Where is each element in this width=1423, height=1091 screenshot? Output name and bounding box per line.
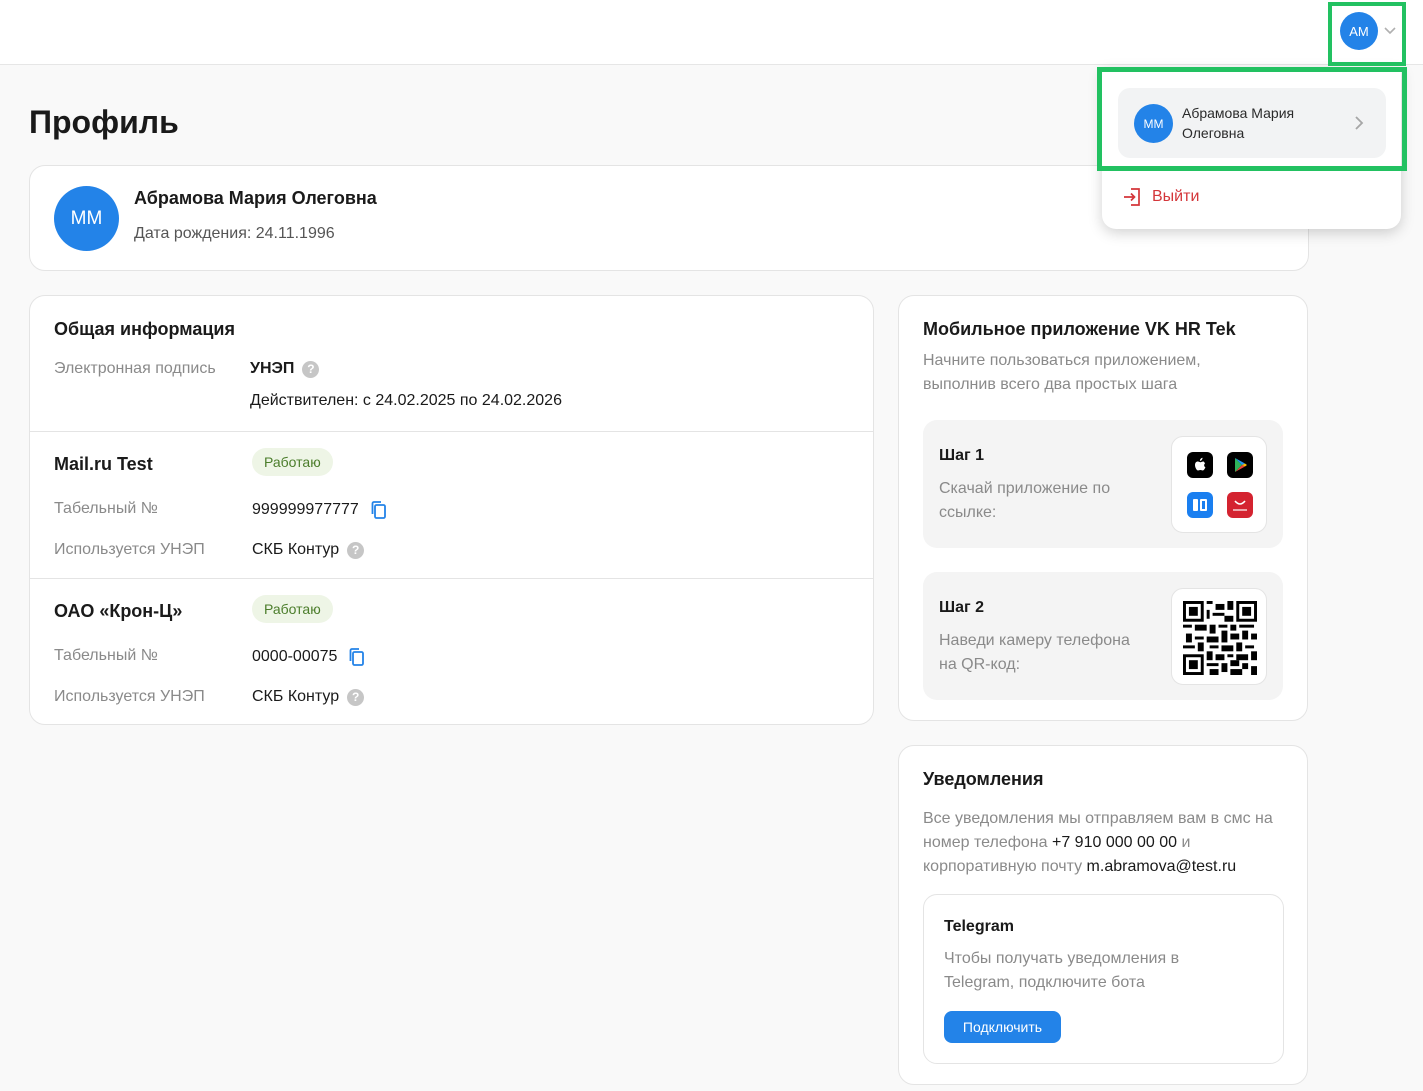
- step-2-text: Наведи камеру телефона на QR-код:: [939, 632, 1130, 673]
- mobile-app-description: Начните пользоваться приложением, выполн…: [923, 352, 1201, 393]
- profile-birth-date: Дата рождения: 24.11.1996: [134, 225, 335, 242]
- notifications-phone: +7 910 000 00 00: [1051, 834, 1177, 851]
- copy-icon[interactable]: [347, 647, 367, 667]
- logout-button[interactable]: Выйти: [1122, 187, 1199, 207]
- telegram-title: Telegram: [944, 918, 1014, 935]
- highlight-menu-user: [1097, 67, 1407, 171]
- general-info-title: Общая информация: [54, 319, 235, 339]
- telegram-card: Telegram Чтобы получать уведомления в Te…: [923, 894, 1284, 1064]
- step-1-title: Шаг 1: [939, 447, 984, 464]
- rustore-icon[interactable]: [1187, 492, 1213, 518]
- logout-icon: [1124, 188, 1140, 206]
- qr-code-box: [1171, 588, 1267, 685]
- telegram-text: Чтобы получать уведомления в Telegram, п…: [944, 950, 1180, 991]
- connect-button[interactable]: Подключить: [944, 1011, 1061, 1043]
- copy-icon[interactable]: [369, 500, 389, 520]
- highlight-avatar-area: [1328, 2, 1406, 66]
- logout-label: Выйти: [1152, 188, 1200, 205]
- profile-name: Абрамова Мария Олеговна: [134, 188, 377, 208]
- signature-label: Электронная подпись: [54, 360, 216, 377]
- help-icon[interactable]: ?: [347, 541, 365, 559]
- employer-name: ОАО «Крон-Ц»: [54, 601, 183, 621]
- step-2-title: Шаг 2: [939, 599, 984, 616]
- signature-value: УНЭП ?: [250, 360, 320, 378]
- unep-value: СКБ Контур ?: [252, 541, 365, 559]
- mobile-app-card: Мобильное приложение VK HR Tek Начните п…: [898, 295, 1308, 721]
- unep-label: Используется УНЭП: [54, 688, 205, 705]
- general-info-card: Общая информация Электронная подпись УНЭ…: [29, 295, 874, 725]
- notifications-email: m.abramova@test.ru: [1086, 858, 1237, 875]
- status-badge: Работаю: [252, 448, 333, 476]
- unep-provider: СКБ Контур: [252, 688, 340, 705]
- unep-provider: СКБ Контур: [252, 541, 340, 558]
- help-icon[interactable]: ?: [302, 360, 320, 378]
- tab-number-value: 0000-00075: [252, 647, 367, 667]
- step-1: Шаг 1 Скачай приложение по ссылке:: [923, 420, 1283, 548]
- tab-number-text: 0000-00075: [252, 648, 338, 665]
- divider: [30, 578, 873, 579]
- top-bar: [0, 0, 1423, 65]
- tab-number-label: Табельный №: [54, 500, 158, 517]
- signature-type: УНЭП: [250, 360, 295, 377]
- status-badge: Работаю: [252, 595, 333, 623]
- employer-name: Mail.ru Test: [54, 454, 153, 474]
- divider: [30, 431, 873, 432]
- apple-app-store-icon[interactable]: [1187, 452, 1213, 478]
- tab-number-value: 999999977777: [252, 500, 389, 520]
- step-1-text: Скачай приложение по ссылке:: [939, 480, 1111, 521]
- unep-value: СКБ Контур ?: [252, 688, 365, 706]
- tab-number-text: 999999977777: [252, 501, 359, 518]
- mobile-app-title: Мобильное приложение VK HR Tek: [923, 319, 1236, 339]
- tab-number-label: Табельный №: [54, 647, 158, 664]
- notifications-description: Все уведомления мы отправляем вам в смс …: [923, 807, 1283, 879]
- help-icon[interactable]: ?: [347, 688, 365, 706]
- google-play-icon[interactable]: [1227, 452, 1253, 478]
- profile-avatar: MM: [54, 186, 119, 251]
- unep-label: Используется УНЭП: [54, 541, 205, 558]
- store-links: [1171, 436, 1267, 533]
- notifications-title: Уведомления: [923, 769, 1044, 789]
- page-title: Профиль: [29, 104, 179, 140]
- huawei-appgallery-icon[interactable]: [1227, 492, 1253, 518]
- signature-validity: Действителен: с 24.02.2025 по 24.02.2026: [250, 392, 562, 409]
- notifications-card: Уведомления Все уведомления мы отправляе…: [898, 745, 1308, 1085]
- step-2: Шаг 2 Наведи камеру телефона на QR-код:: [923, 572, 1283, 700]
- qr-code-icon: [1183, 601, 1257, 675]
